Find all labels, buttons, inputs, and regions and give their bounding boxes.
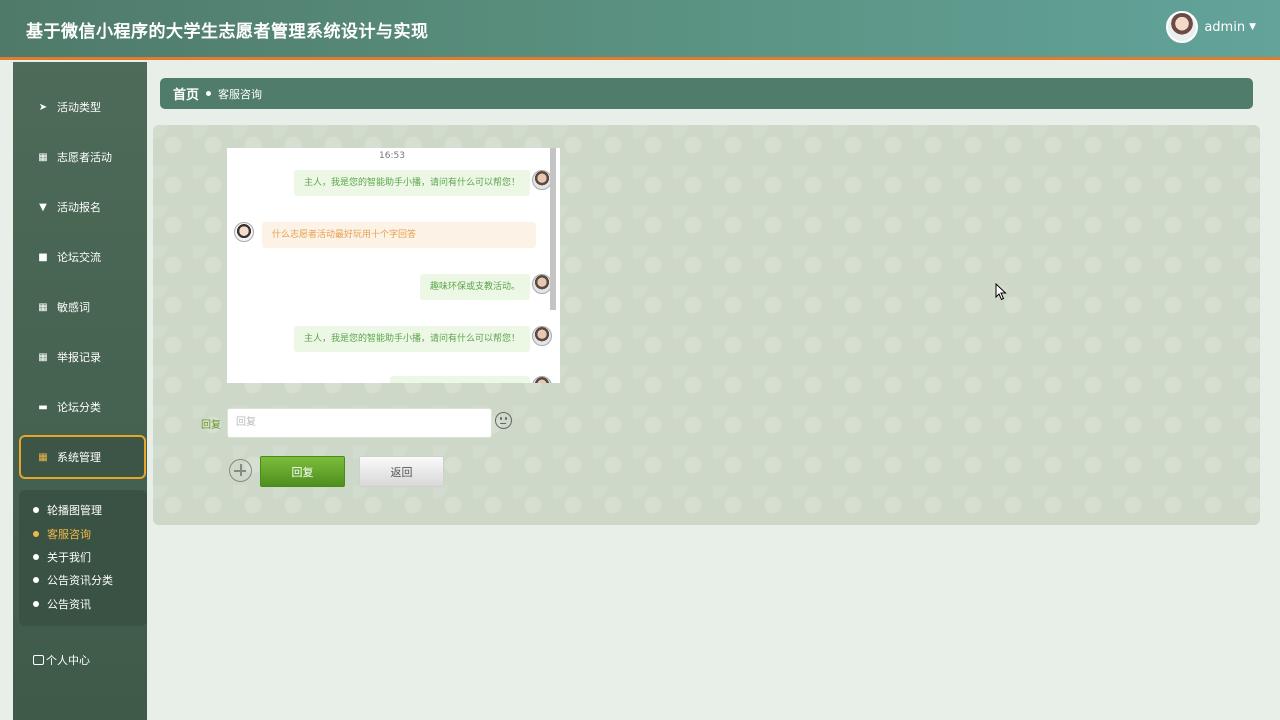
submenu-item-label: 客服咨询: [47, 528, 91, 541]
bot-avatar: [532, 326, 552, 346]
sidebar-item-label: 举报记录: [57, 351, 101, 364]
sidebar-item-label: 系统管理: [57, 451, 101, 464]
sidebar-item-label: 个人中心: [46, 654, 90, 667]
submenu-item-carousel[interactable]: 轮播图管理: [33, 502, 102, 518]
breadcrumb: 首页 客服咨询: [160, 78, 1253, 109]
comment-icon: ▬: [38, 401, 48, 413]
bullet-icon: [33, 577, 39, 583]
sidebar-item-report-records[interactable]: ▦ 举报记录: [13, 337, 147, 377]
grid-icon: ▦: [38, 351, 48, 363]
sidebar-item-label: 论坛交流: [57, 251, 101, 264]
sidebar-item-label: 志愿者活动: [57, 151, 112, 164]
chat-panel: 16:53 主人，我是您的智能助手小播，请问有什么可以帮您！ 什么志愿者活动最好…: [153, 125, 1260, 525]
bot-avatar: [532, 376, 552, 383]
top-header: 基于微信小程序的大学生志愿者管理系统设计与实现 admin ▼: [0, 0, 1280, 60]
bot-avatar: [532, 170, 552, 190]
sidebar-item-volunteer-activity[interactable]: ▦ 志愿者活动: [13, 137, 147, 177]
submenu-item-label: 公告资讯: [47, 598, 91, 611]
submenu-item-news[interactable]: 公告资讯: [33, 596, 91, 612]
sidebar: ➤ 活动类型 ▦ 志愿者活动 ▼ 活动报名 ■ 论坛交流 ▦ 敏感词 ▦ 举报记…: [13, 62, 147, 720]
bot-avatar: [532, 274, 552, 294]
reply-input[interactable]: 回复: [227, 408, 492, 438]
send-icon: ➤: [38, 101, 48, 113]
emoji-icon[interactable]: [495, 412, 512, 429]
sidebar-item-personal-center[interactable]: 个人中心: [33, 652, 90, 668]
chat-message-bot: 趣味环保或支教活动。: [419, 274, 530, 300]
bullet-icon: [33, 531, 39, 537]
chat-scrollbar[interactable]: [550, 148, 556, 310]
sidebar-item-label: 活动类型: [57, 101, 101, 114]
sidebar-item-label: 敏感词: [57, 301, 90, 314]
sidebar-item-forum-category[interactable]: ▬ 论坛分类: [13, 387, 147, 427]
add-attachment-icon[interactable]: [229, 459, 252, 482]
app-title: 基于微信小程序的大学生志愿者管理系统设计与实现: [26, 22, 429, 42]
calendar-icon: [33, 655, 44, 665]
chat-message-bot: 主人，我是您的智能助手小播，请问有什么可以帮您！: [293, 170, 530, 196]
grid-icon: ▦: [38, 301, 48, 313]
chat-timestamp: 16:53: [379, 151, 405, 161]
submenu-item-label: 轮播图管理: [47, 504, 102, 517]
sidebar-item-label: 活动报名: [57, 201, 101, 214]
sidebar-item-sensitive-words[interactable]: ▦ 敏感词: [13, 287, 147, 327]
bullet-icon: [33, 554, 39, 560]
submenu-item-label: 公告资讯分类: [47, 574, 113, 587]
submenu-item-about-us[interactable]: 关于我们: [33, 549, 91, 565]
chat-message-bot-partial: [390, 376, 530, 383]
back-button[interactable]: 返回: [359, 456, 444, 487]
user-avatar-chat: [234, 222, 254, 242]
reply-button[interactable]: 回复: [260, 456, 345, 487]
chat-message-bot: 主人，我是您的智能助手小播，请问有什么可以帮您！: [293, 326, 530, 352]
briefcase-icon: ■: [38, 251, 48, 263]
pin-icon: ▼: [39, 201, 47, 213]
bullet-icon: [33, 601, 39, 607]
submenu-item-label: 关于我们: [47, 551, 91, 564]
sidebar-item-activity-signup[interactable]: ▼ 活动报名: [13, 187, 147, 227]
grid-icon: ▦: [38, 451, 48, 463]
mouse-cursor-icon: [995, 283, 1007, 301]
user-menu[interactable]: admin ▼: [1166, 11, 1256, 43]
chat-history[interactable]: 16:53 主人，我是您的智能助手小播，请问有什么可以帮您！ 什么志愿者活动最好…: [227, 148, 560, 383]
submenu-item-news-category[interactable]: 公告资讯分类: [33, 572, 113, 588]
reply-label: 回复: [201, 420, 221, 431]
sidebar-item-system-management[interactable]: ▦ 系统管理: [19, 435, 146, 479]
sidebar-item-forum[interactable]: ■ 论坛交流: [13, 237, 147, 277]
system-submenu: 轮播图管理 客服咨询 关于我们 公告资讯分类 公告资讯: [19, 490, 147, 626]
username[interactable]: admin: [1204, 20, 1245, 35]
grid-icon: ▦: [38, 151, 48, 163]
breadcrumb-current: 客服咨询: [218, 87, 263, 101]
sidebar-item-activity-type[interactable]: ➤ 活动类型: [13, 87, 147, 127]
chat-message-user: 什么志愿者活动最好玩用十个字回答: [262, 222, 536, 248]
breadcrumb-home[interactable]: 首页: [173, 84, 199, 103]
sidebar-item-label: 论坛分类: [57, 401, 101, 414]
user-avatar[interactable]: [1166, 11, 1199, 43]
submenu-item-customer-service[interactable]: 客服咨询: [33, 526, 91, 542]
chevron-down-icon[interactable]: ▼: [1249, 22, 1256, 32]
bullet-icon: [33, 507, 39, 513]
breadcrumb-separator: [206, 91, 212, 96]
